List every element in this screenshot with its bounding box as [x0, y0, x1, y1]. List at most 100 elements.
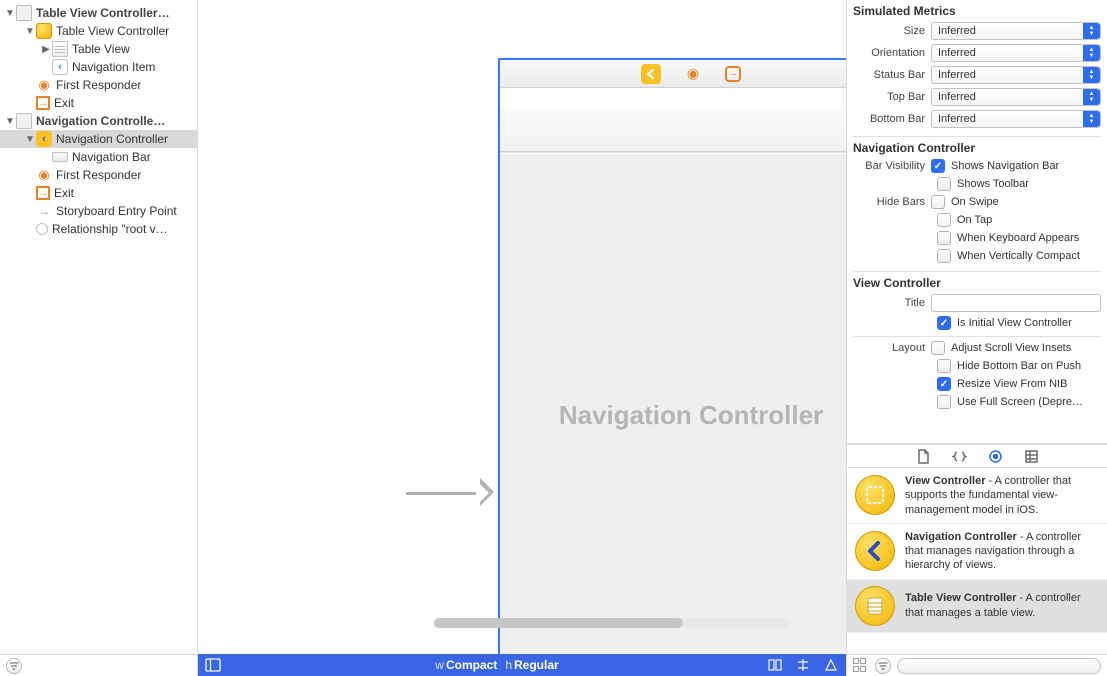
outline-item-label: Exit: [54, 96, 74, 110]
library-item[interactable]: Navigation Controller - A controller tha…: [847, 524, 1107, 580]
input-vc-title[interactable]: [931, 294, 1101, 312]
checkbox-on-swipe[interactable]: [931, 195, 945, 209]
checkbox-shows-toolbar[interactable]: [937, 177, 951, 191]
outline-item-label: Table View Controller: [56, 24, 169, 38]
outline-item[interactable]: →Exit: [0, 184, 197, 202]
resolve-issues-button[interactable]: [822, 657, 840, 673]
outline-item-label: Navigation Controller: [56, 132, 168, 146]
inspector-panel: Simulated Metrics SizeInferredOrientatio…: [847, 0, 1107, 676]
tab-file-templates[interactable]: [914, 447, 932, 465]
label-when-vertical: When Vertically Compact: [957, 250, 1080, 262]
table-view-icon: [52, 41, 68, 57]
toggle-outline-button[interactable]: [204, 657, 222, 673]
tab-object-library[interactable]: [986, 447, 1004, 465]
document-outline: ▼Table View Controller…▼Table View Contr…: [0, 0, 198, 676]
outline-item[interactable]: →Storyboard Entry Point: [0, 202, 197, 220]
library-filter-input[interactable]: [897, 658, 1101, 674]
scene-body: Navigation Controller: [500, 154, 846, 654]
disclosure-triangle-icon[interactable]: ▼: [4, 116, 16, 127]
dock-exit-icon[interactable]: →: [725, 66, 741, 82]
first-responder-icon: ◉: [36, 77, 52, 93]
select-orientation[interactable]: Inferred: [931, 44, 1101, 62]
label-adjust-insets: Adjust Scroll View Insets: [951, 342, 1071, 354]
select-size[interactable]: Inferred: [931, 22, 1101, 40]
table-view-controller-icon: [36, 23, 52, 39]
exit-icon: →: [36, 96, 50, 110]
disclosure-triangle-icon[interactable]: ▼: [24, 134, 36, 145]
section-view-controller: View Controller: [847, 272, 1107, 292]
tab-media-library[interactable]: [1022, 447, 1040, 465]
label-hide-bars: Hide Bars: [847, 196, 931, 208]
pin-button[interactable]: [794, 657, 812, 673]
label-bar-visibility: Bar Visibility: [847, 160, 931, 172]
label-on-swipe: On Swipe: [951, 196, 999, 208]
checkbox-hide-bottom-bar[interactable]: [937, 359, 951, 373]
outline-item[interactable]: Navigation Bar: [0, 148, 197, 166]
outline-item[interactable]: → Exit: [0, 94, 197, 112]
outline-item-label: Navigation Item: [72, 60, 155, 74]
dock-navigation-controller-icon[interactable]: [641, 64, 661, 84]
disclosure-triangle-icon[interactable]: ▼: [4, 8, 16, 19]
library-filter-button[interactable]: [875, 658, 891, 674]
tab-code-snippets[interactable]: [950, 447, 968, 465]
label-layout: Layout: [847, 342, 931, 354]
label-status bar: Status Bar: [847, 69, 931, 81]
outline-item[interactable]: ‹Navigation Item: [0, 58, 197, 76]
outline-item[interactable]: ◉First Responder: [0, 166, 197, 184]
label-size: Size: [847, 25, 931, 37]
checkbox-resize-nib[interactable]: [937, 377, 951, 391]
outline-item[interactable]: ▼ Table View Controller: [0, 22, 197, 40]
select-stepper-icon: [1083, 67, 1100, 83]
select-stepper-icon: [1083, 111, 1100, 127]
library-footer: [847, 654, 1107, 676]
scene-icon: [16, 113, 32, 129]
checkbox-shows-navigation-bar[interactable]: [931, 159, 945, 173]
label-bottom bar: Bottom Bar: [847, 113, 931, 125]
navigation-bar[interactable]: [500, 108, 846, 152]
outline-item[interactable]: Relationship "root v…: [0, 220, 197, 238]
select-status bar[interactable]: Inferred: [931, 66, 1101, 84]
select-bottom bar[interactable]: Inferred: [931, 110, 1101, 128]
select-stepper-icon: [1083, 23, 1100, 39]
label-top bar: Top Bar: [847, 91, 931, 103]
scrollbar-thumb[interactable]: [434, 618, 683, 628]
label-on-tap: On Tap: [957, 214, 992, 226]
checkbox-when-vertical[interactable]: [937, 249, 951, 263]
outline-scene-header[interactable]: ▼Table View Controller…: [0, 4, 197, 22]
size-class-control[interactable]: w Compact h Regular: [228, 658, 766, 672]
library-tabs: [847, 444, 1107, 468]
library-item[interactable]: View Controller - A controller that supp…: [847, 468, 1107, 524]
canvas-horizontal-scrollbar[interactable]: [434, 618, 790, 628]
outline-item-label: Exit: [54, 186, 74, 200]
outline-item[interactable]: ▼‹ Navigation Controller: [0, 130, 197, 148]
disclosure-triangle-icon[interactable]: ▶: [40, 44, 52, 55]
label-initial-vc: Is Initial View Controller: [957, 317, 1072, 329]
checkbox-when-keyboard[interactable]: [937, 231, 951, 245]
canvas-area[interactable]: ◉ → Navigation Controller: [198, 0, 846, 654]
outline-item[interactable]: ◉First Responder: [0, 76, 197, 94]
relationship-icon: [36, 223, 48, 235]
library-item-title: Table View Controller: [905, 592, 1016, 604]
entry-point-arrow[interactable]: [406, 478, 494, 508]
object-library-list[interactable]: View Controller - A controller that supp…: [847, 468, 1107, 654]
outline-item-label: First Responder: [56, 168, 141, 182]
checkbox-initial-vc[interactable]: [937, 316, 951, 330]
scene-navigation-controller[interactable]: ◉ → Navigation Controller: [498, 58, 846, 654]
align-button[interactable]: [766, 657, 784, 673]
outline-scene-header[interactable]: ▼Navigation Controlle…: [0, 112, 197, 130]
section-simulated-metrics: Simulated Metrics: [847, 0, 1107, 20]
library-item[interactable]: Table View Controller - A controller tha…: [847, 580, 1107, 633]
outline-item[interactable]: ▶Table View: [0, 40, 197, 58]
label-resize-nib: Resize View From NIB: [957, 378, 1067, 390]
navigation-controller-icon: ‹: [36, 131, 52, 147]
library-view-toggle[interactable]: [853, 658, 869, 674]
disclosure-triangle-icon[interactable]: ▼: [24, 26, 36, 37]
outline-tree[interactable]: ▼Table View Controller…▼Table View Contr…: [0, 0, 197, 654]
dock-first-responder-icon[interactable]: ◉: [683, 64, 703, 84]
library-item-icon: [855, 475, 895, 515]
checkbox-adjust-insets[interactable]: [931, 341, 945, 355]
outline-filter-button[interactable]: [6, 658, 22, 674]
select-top bar[interactable]: Inferred: [931, 88, 1101, 106]
checkbox-full-screen[interactable]: [937, 395, 951, 409]
checkbox-on-tap[interactable]: [937, 213, 951, 227]
